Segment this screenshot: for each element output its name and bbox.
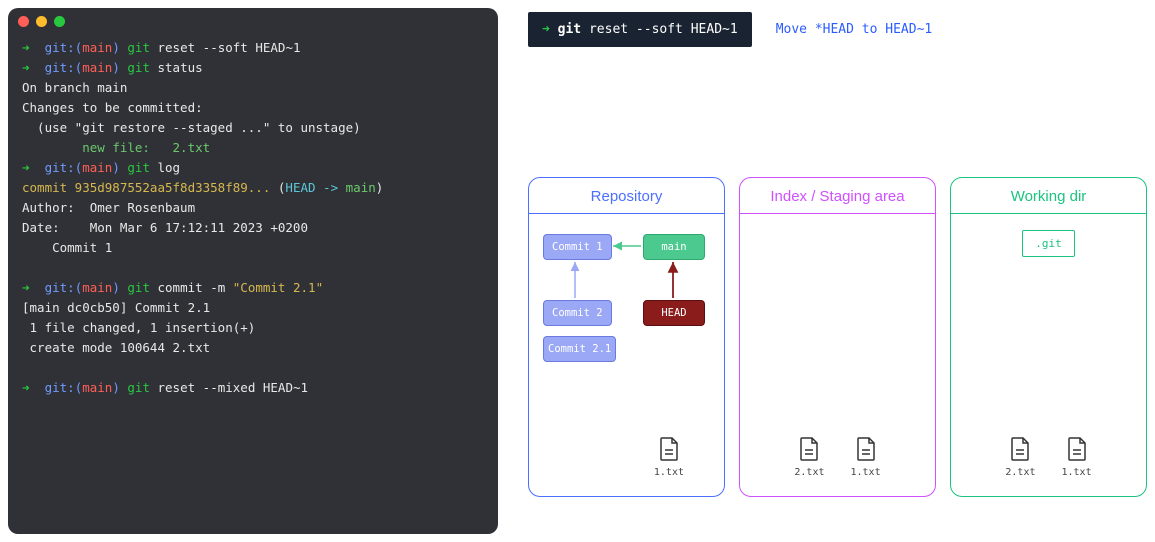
repository-area: Repository Commit 1 Commit 2 Commit 2.1 …	[528, 177, 725, 497]
file-item: 1.txt	[654, 437, 684, 478]
area-title: Working dir	[951, 178, 1146, 214]
file-icon	[659, 437, 679, 461]
file-item: 2.txt	[1005, 437, 1035, 478]
maximize-icon[interactable]	[54, 16, 65, 27]
command-header: ➜ git reset --soft HEAD~1 Move *HEAD to …	[528, 12, 1147, 47]
file-icon	[799, 437, 819, 461]
file-list: 2.txt 1.txt	[951, 437, 1146, 478]
index-area: Index / Staging area 2.txt 1.txt	[739, 177, 936, 497]
working-dir-area: Working dir .git 2.txt 1.txt	[950, 177, 1147, 497]
git-areas: Repository Commit 1 Commit 2 Commit 2.1 …	[528, 177, 1147, 497]
command-box: ➜ git reset --soft HEAD~1	[528, 12, 752, 47]
file-icon	[856, 437, 876, 461]
area-title: Index / Staging area	[740, 178, 935, 214]
commit-graph: Commit 1 Commit 2 Commit 2.1 main HEAD	[529, 228, 724, 388]
file-label: 1.txt	[851, 467, 881, 478]
command-annotation: Move *HEAD to HEAD~1	[776, 22, 933, 37]
file-list: 2.txt 1.txt	[740, 437, 935, 478]
git-folder-badge: .git	[1022, 230, 1075, 257]
head-node: HEAD	[643, 300, 705, 326]
minimize-icon[interactable]	[36, 16, 47, 27]
file-item: 2.txt	[794, 437, 824, 478]
commit-node: Commit 1	[543, 234, 612, 260]
commit-node: Commit 2	[543, 300, 612, 326]
file-label: 1.txt	[654, 467, 684, 478]
diagram-area: ➜ git reset --soft HEAD~1 Move *HEAD to …	[528, 8, 1147, 534]
file-list: 1.txt	[529, 437, 724, 478]
file-label: 2.txt	[794, 467, 824, 478]
terminal-body[interactable]: ➜ git:(main) git reset --soft HEAD~1 ➜ g…	[8, 34, 498, 412]
terminal-window: ➜ git:(main) git reset --soft HEAD~1 ➜ g…	[8, 8, 498, 534]
titlebar	[8, 8, 498, 34]
commit-node: Commit 2.1	[543, 336, 616, 362]
close-icon[interactable]	[18, 16, 29, 27]
file-item: 1.txt	[1062, 437, 1092, 478]
file-icon	[1010, 437, 1030, 461]
area-title: Repository	[529, 178, 724, 214]
main-node: main	[643, 234, 705, 260]
file-item: 1.txt	[851, 437, 881, 478]
file-label: 1.txt	[1062, 467, 1092, 478]
file-label: 2.txt	[1005, 467, 1035, 478]
file-icon	[1067, 437, 1087, 461]
